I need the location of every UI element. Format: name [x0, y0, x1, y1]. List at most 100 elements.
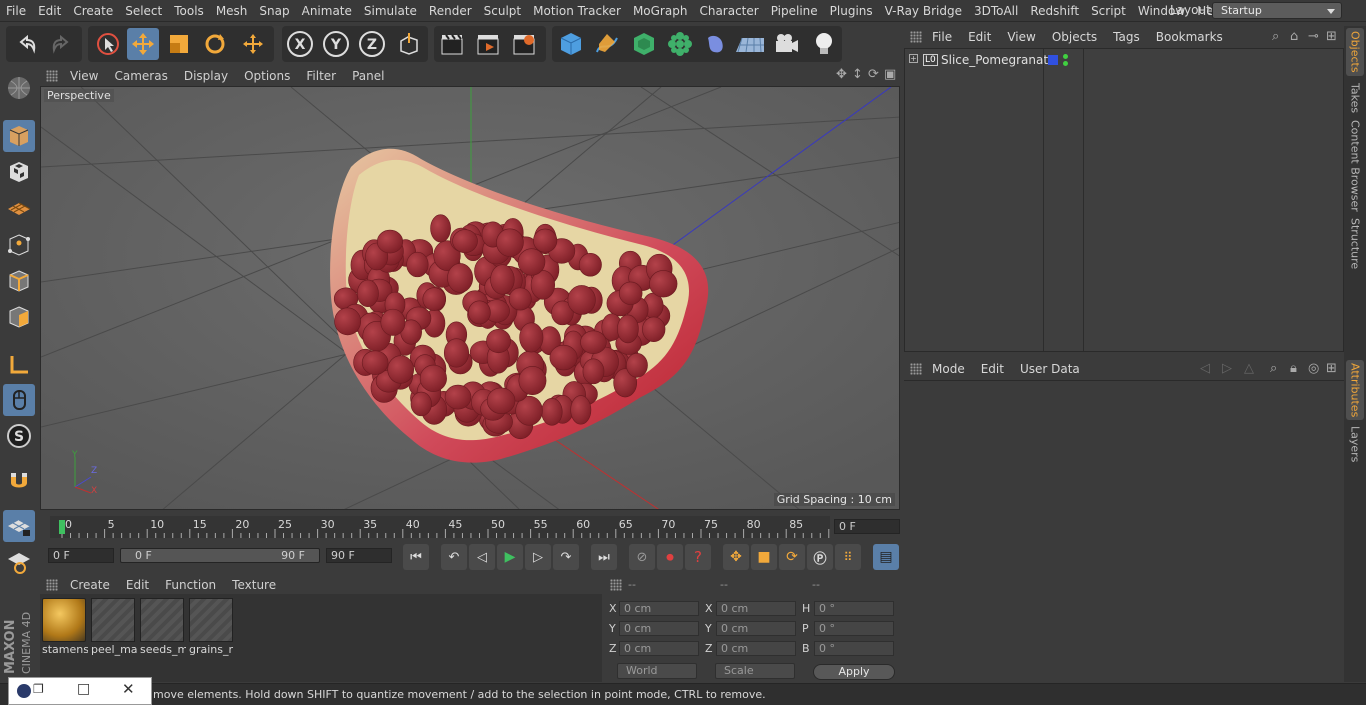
attr-menu-edit[interactable]: Edit — [973, 362, 1012, 376]
size-y-field[interactable]: 0 cm — [716, 621, 796, 636]
restore-icon[interactable]: ❐ — [33, 682, 44, 696]
rotate-tool-button[interactable] — [199, 28, 231, 60]
size-x-field[interactable]: 0 cm — [716, 601, 796, 616]
polygons-mode-button[interactable] — [3, 301, 35, 333]
expand-icon[interactable]: + — [909, 54, 918, 63]
cube-button[interactable] — [555, 28, 587, 60]
new-panel-icon[interactable]: ⊞ — [1326, 29, 1337, 44]
maximize-icon[interactable]: □ — [77, 681, 90, 697]
start-frame-field[interactable]: 0 F — [48, 548, 114, 563]
menu-snap[interactable]: Snap — [253, 4, 295, 18]
close-icon[interactable]: ✕ — [122, 680, 135, 698]
rot-b-field[interactable]: 0 ° — [814, 641, 894, 656]
render-to-picture-viewer-button[interactable] — [472, 28, 504, 60]
material-menu-function[interactable]: Function — [157, 578, 224, 592]
quantize-button[interactable] — [3, 546, 35, 578]
record-button[interactable]: ⏺ — [657, 544, 683, 570]
search-icon[interactable]: ⌕ — [1270, 361, 1277, 376]
light-button[interactable] — [808, 28, 840, 60]
rot-h-field[interactable]: 0 ° — [814, 601, 894, 616]
object-menu-tags[interactable]: Tags — [1105, 30, 1148, 44]
pen-spline-button[interactable] — [591, 28, 623, 60]
menu-3dtoall[interactable]: 3DToAll — [968, 4, 1024, 18]
material-item[interactable]: peel_ma — [91, 598, 137, 660]
points-mode-button[interactable] — [3, 229, 35, 261]
size-z-field[interactable]: 0 cm — [716, 641, 796, 656]
search-icon[interactable]: ⌕ — [1272, 29, 1279, 44]
frame-range-slider[interactable]: 0 F 90 F — [120, 548, 320, 563]
workplane-mode-button[interactable] — [3, 192, 35, 224]
viewport-menu-display[interactable]: Display — [176, 69, 236, 83]
tab-takes[interactable]: Takes — [1346, 80, 1364, 116]
menu-select[interactable]: Select — [119, 4, 168, 18]
attr-menu-user-data[interactable]: User Data — [1012, 362, 1088, 376]
menu-render[interactable]: Render — [423, 4, 478, 18]
timeline-ruler[interactable]: 051015202530354045505560657075808590 0 F — [40, 512, 900, 540]
viewport-menu-cameras[interactable]: Cameras — [106, 69, 175, 83]
key-parameter-button[interactable]: Ⓟ — [807, 544, 833, 570]
snap-button[interactable] — [3, 466, 35, 498]
menu-character[interactable]: Character — [693, 4, 764, 18]
menu-tools[interactable]: Tools — [168, 4, 210, 18]
size-mode-dropdown[interactable]: Scale — [715, 663, 795, 679]
prev-key-button[interactable]: ↶ — [441, 544, 467, 570]
target-icon[interactable]: ◎ — [1308, 361, 1319, 376]
pos-x-field[interactable]: 0 cm — [619, 601, 699, 616]
menu-plugins[interactable]: Plugins — [824, 4, 879, 18]
tab-objects[interactable]: Objects — [1346, 28, 1364, 76]
floor-button[interactable] — [734, 28, 766, 60]
menu-animate[interactable]: Animate — [296, 4, 358, 18]
menu-simulate[interactable]: Simulate — [358, 4, 423, 18]
menu-motion-tracker[interactable]: Motion Tracker — [527, 4, 627, 18]
object-menu-view[interactable]: View — [999, 30, 1043, 44]
menu-create[interactable]: Create — [67, 4, 119, 18]
menu-redshift[interactable]: Redshift — [1024, 4, 1085, 18]
key-scale-button[interactable]: ■ — [751, 544, 777, 570]
layout-dropdown[interactable]: Startup — [1212, 2, 1342, 19]
timeline-window-button[interactable]: ▤ — [873, 544, 899, 570]
menu-pipeline[interactable]: Pipeline — [765, 4, 824, 18]
subdivision-surface-button[interactable] — [628, 28, 660, 60]
redo-button[interactable] — [46, 28, 78, 60]
object-row[interactable]: + L0 Slice_Pomegranate — [905, 51, 1345, 71]
up-arrow-icon[interactable]: △ — [1244, 361, 1254, 376]
material-menu-create[interactable]: Create — [62, 578, 118, 592]
apply-button[interactable]: Apply — [813, 664, 895, 680]
layer-color-swatch[interactable] — [1048, 55, 1058, 65]
forward-arrow-icon[interactable]: ▷ — [1222, 361, 1232, 376]
tab-attributes[interactable]: Attributes — [1346, 360, 1364, 420]
material-menu-texture[interactable]: Texture — [224, 578, 284, 592]
viewport-menu-filter[interactable]: Filter — [298, 69, 344, 83]
render-view-button[interactable] — [436, 28, 468, 60]
viewport-menu-view[interactable]: View — [62, 69, 106, 83]
new-panel-icon[interactable]: ⊞ — [1326, 361, 1337, 376]
cloner-button[interactable] — [664, 28, 696, 60]
camera-button[interactable] — [771, 28, 803, 60]
pos-z-field[interactable]: 0 cm — [619, 641, 699, 656]
deformer-button[interactable] — [700, 28, 732, 60]
menu-sculpt[interactable]: Sculpt — [478, 4, 527, 18]
menu-mograph[interactable]: MoGraph — [627, 4, 694, 18]
object-menu-bookmarks[interactable]: Bookmarks — [1148, 30, 1231, 44]
solo-button[interactable]: S — [3, 420, 35, 452]
workplane-lock-button[interactable] — [3, 510, 35, 542]
editor-visibility-dot[interactable] — [1063, 54, 1068, 59]
menu-edit[interactable]: Edit — [32, 4, 67, 18]
next-key-button[interactable]: ↷ — [553, 544, 579, 570]
object-menu-objects[interactable]: Objects — [1044, 30, 1105, 44]
key-rotation-button[interactable]: ⟳ — [779, 544, 805, 570]
pos-y-field[interactable]: 0 cm — [619, 621, 699, 636]
goto-end-button[interactable]: ⏭ — [591, 544, 617, 570]
maximize-view-icon[interactable]: ▣ — [884, 67, 896, 82]
attr-menu-mode[interactable]: Mode — [924, 362, 973, 376]
material-item[interactable]: grains_r — [189, 598, 233, 660]
tab-content-browser[interactable]: Content Browser — [1346, 120, 1364, 212]
keyframe-selection-button[interactable]: ⊘ — [629, 544, 655, 570]
x-axis-button[interactable]: X — [284, 28, 316, 60]
material-menu-edit[interactable]: Edit — [118, 578, 157, 592]
playhead[interactable] — [59, 520, 65, 534]
move-tool-button[interactable] — [127, 28, 159, 60]
material-item[interactable]: seeds_m — [140, 598, 186, 660]
menu-script[interactable]: Script — [1085, 4, 1132, 18]
frame-ruler[interactable]: 051015202530354045505560657075808590 — [50, 516, 830, 538]
